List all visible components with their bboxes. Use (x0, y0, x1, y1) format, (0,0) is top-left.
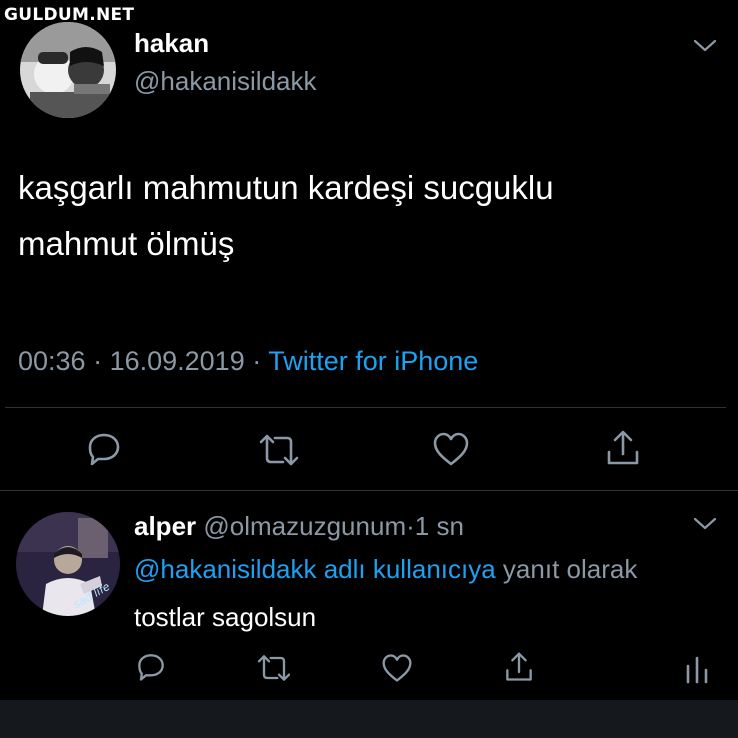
separator: · (85, 346, 110, 376)
share-icon[interactable] (605, 428, 641, 468)
tweet-time: 00:36 (18, 346, 86, 376)
separator: · (406, 511, 415, 541)
reply-text: tostlar sagolsun (134, 602, 317, 632)
reply-icon[interactable] (86, 431, 122, 467)
replying-to-mention[interactable]: @hakanisildakk adlı kullanıcıya (134, 554, 496, 584)
analytics-icon[interactable] (684, 654, 710, 684)
like-icon[interactable] (432, 431, 470, 467)
like-icon[interactable] (381, 653, 413, 683)
bottom-bar (0, 700, 738, 738)
chevron-down-icon[interactable] (693, 38, 717, 59)
replying-to: @hakanisildakk adlı kullanıcıya yanıt ol… (134, 554, 637, 585)
tweet-text-line: kaşgarlı mahmutun kardeşi sucguklu (18, 169, 554, 206)
reply-icon[interactable] (136, 652, 166, 682)
author-name[interactable]: hakan (134, 28, 209, 59)
tweet-text: kaşgarlı mahmutun kardeşi sucguklu mahmu… (18, 160, 718, 272)
reply-author-name[interactable]: alper (134, 511, 196, 541)
chevron-down-icon[interactable] (693, 516, 717, 537)
tweet-source-link[interactable]: Twitter for iPhone (268, 346, 478, 376)
divider (0, 490, 738, 491)
separator: · (244, 346, 269, 376)
retweet-icon[interactable] (258, 432, 300, 468)
tweet-text-line: mahmut ölmüş (18, 225, 235, 262)
retweet-icon[interactable] (256, 653, 292, 683)
avatar[interactable]: sad life (16, 512, 120, 616)
reply-header: alper @olmazuzgunum·1 sn (134, 511, 464, 542)
divider (5, 407, 726, 408)
author-handle[interactable]: @hakanisildakk (134, 66, 316, 97)
avatar[interactable] (20, 22, 116, 118)
tweet-date: 16.09.2019 (109, 346, 245, 376)
tweet-meta: 00:36 · 16.09.2019 · Twitter for iPhone (18, 346, 478, 377)
replying-to-suffix: yanıt olarak (495, 554, 638, 584)
reply-time: 1 sn (414, 511, 464, 541)
share-icon[interactable] (504, 650, 534, 684)
reply-author-handle[interactable]: @olmazuzgunum (203, 511, 406, 541)
